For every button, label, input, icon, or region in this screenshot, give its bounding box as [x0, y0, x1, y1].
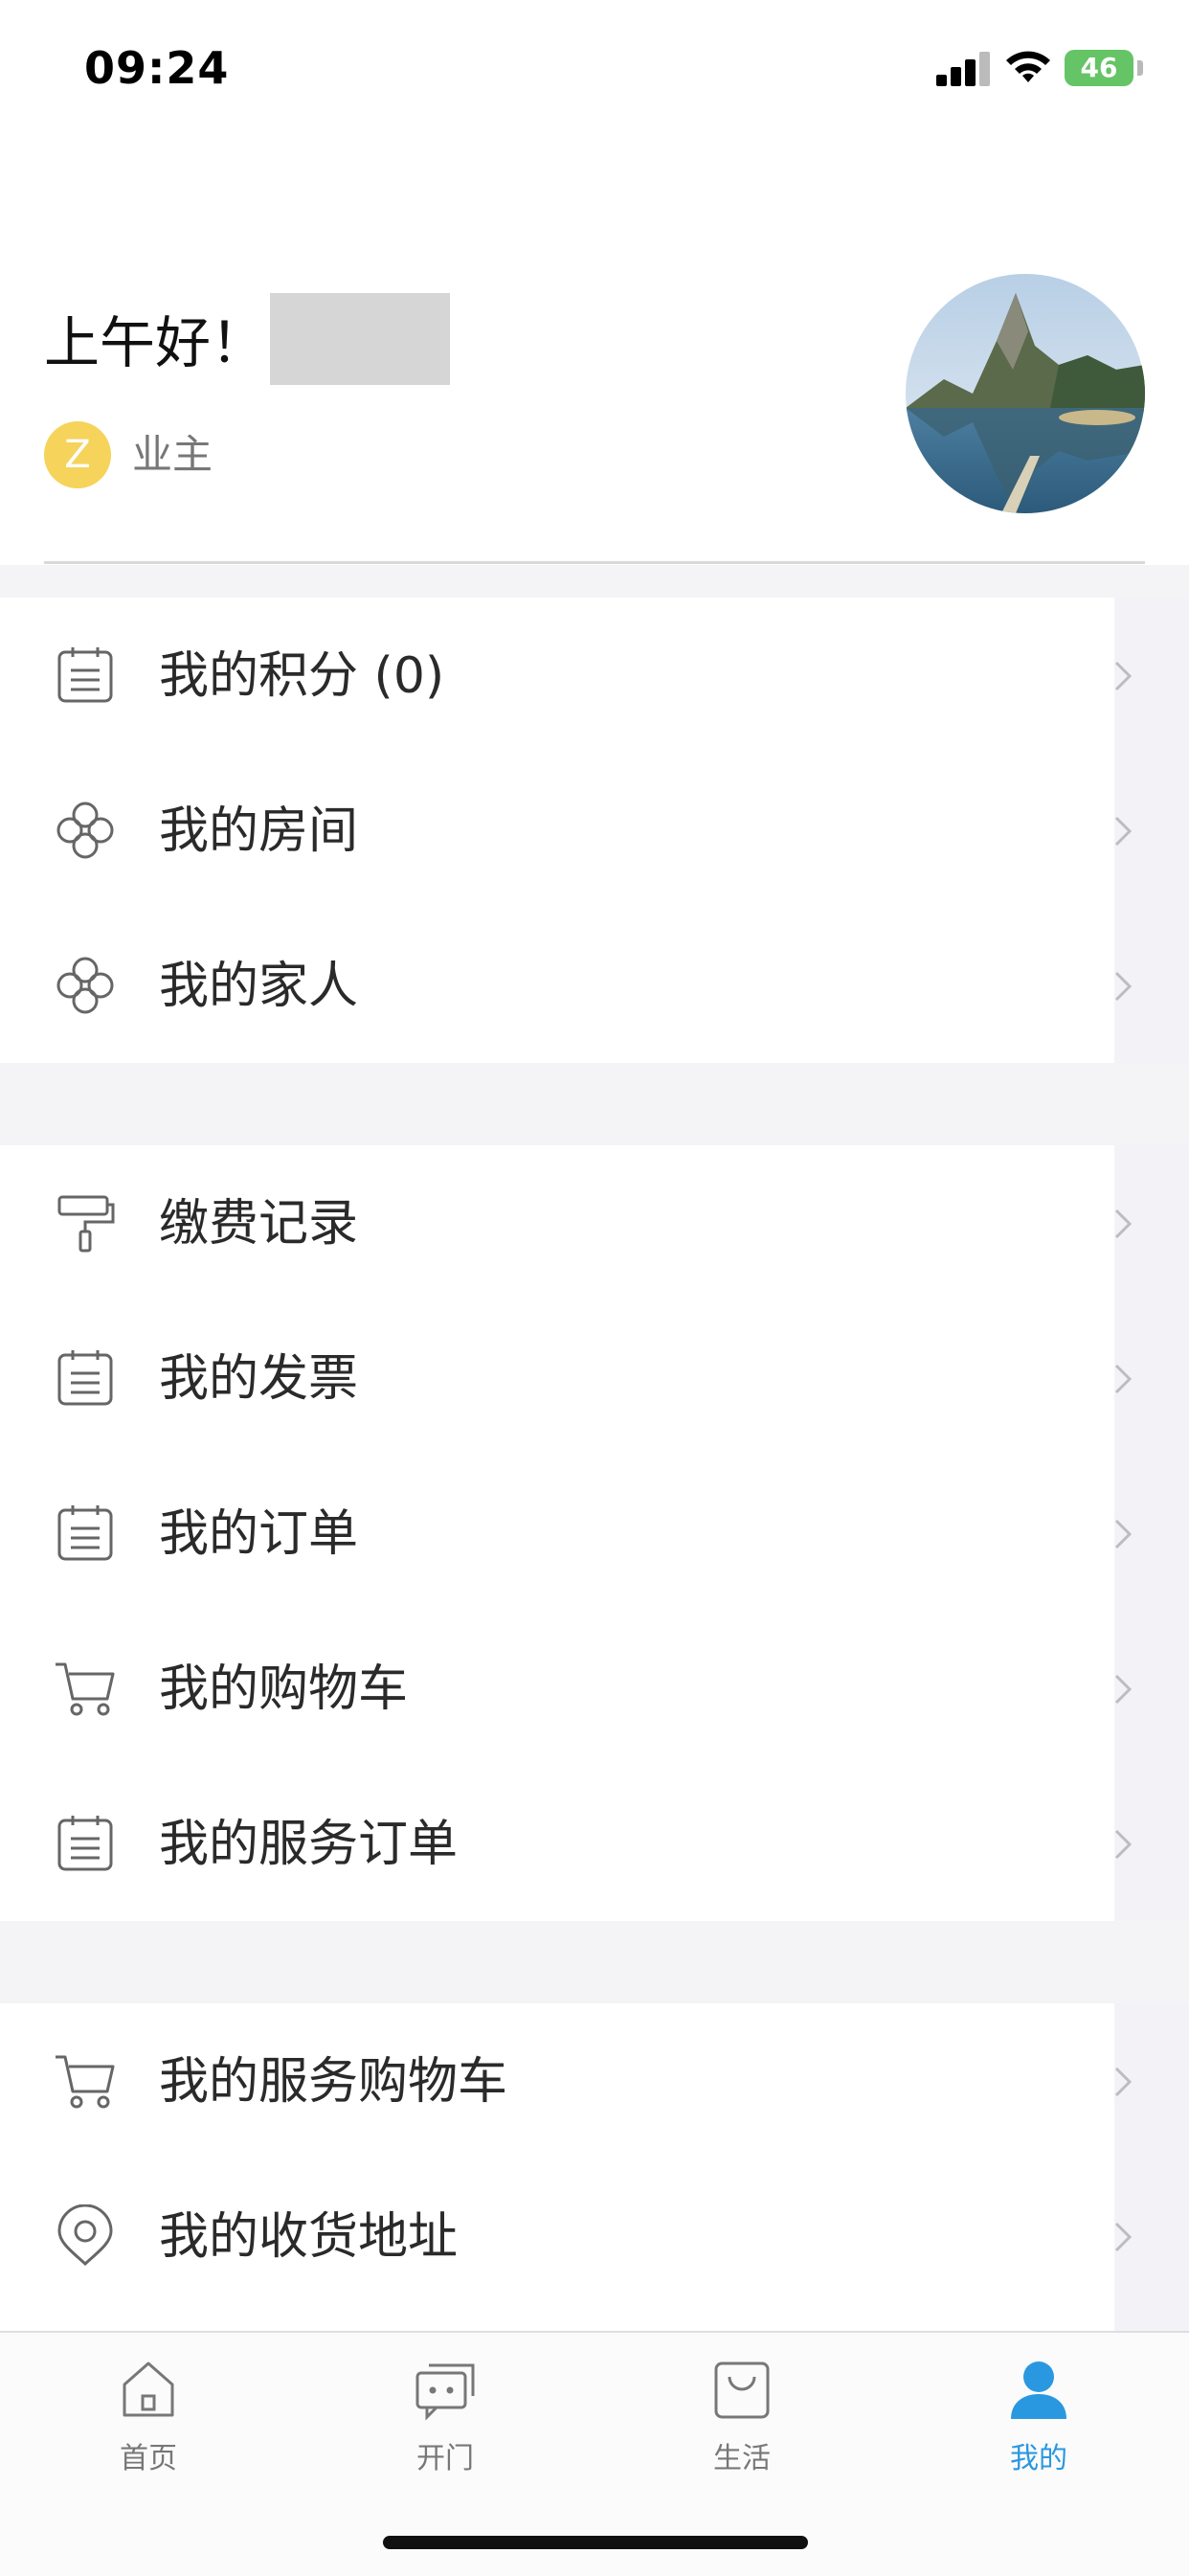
menu-item-label: 我的积分 (0)	[159, 647, 445, 705]
chevron-right-icon	[1114, 971, 1133, 1002]
menu-group-services: 我的服务购物车 我的收货地址	[0, 2003, 1133, 2331]
greeting-text: 上午好！	[44, 310, 267, 375]
list-icon	[57, 1350, 113, 1406]
home-icon	[123, 2361, 174, 2417]
chevron-right-icon	[1114, 2222, 1133, 2252]
menu-item-label: 我的服务订单	[159, 1816, 459, 1873]
list-icon	[57, 647, 113, 703]
clover-icon	[56, 802, 114, 859]
tab-open-door[interactable]: 开门	[297, 2358, 594, 2501]
door-chat-icon	[415, 2363, 475, 2421]
chevron-right-icon	[1114, 1519, 1133, 1549]
status-bar: 09:24 46	[0, 0, 1189, 144]
chevron-right-icon	[1114, 1209, 1133, 1239]
menu-item-orders[interactable]: 我的订单	[0, 1456, 1189, 1611]
menu-item-label: 我的服务购物车	[159, 2053, 508, 2111]
cart-icon	[56, 1662, 115, 1716]
menu-item-points[interactable]: 我的积分 (0)	[0, 598, 1189, 753]
chevron-right-icon	[1114, 1674, 1133, 1705]
chevron-right-icon	[1114, 2067, 1133, 2097]
tab-home[interactable]: 首页	[0, 2358, 297, 2501]
profile-header: 上午好！ Z 业主	[0, 144, 1189, 565]
menu-item-label: 我的订单	[159, 1505, 359, 1563]
menu-item-family[interactable]: 我的家人	[0, 908, 1189, 1063]
chevron-right-icon	[1114, 816, 1133, 847]
home-indicator[interactable]	[383, 2536, 808, 2549]
battery-icon: 46	[1065, 50, 1133, 86]
tab-label: 开门	[416, 2442, 474, 2475]
menu-item-addresses[interactable]: 我的收货地址	[0, 2158, 1189, 2314]
menu-item-rooms[interactable]: 我的房间	[0, 753, 1189, 908]
menu-item-label: 我的发票	[159, 1350, 359, 1408]
menu-group-account: 我的积分 (0) 我的房间 我的家人	[0, 598, 1133, 1063]
menu-item-payment-records[interactable]: 缴费记录	[0, 1145, 1189, 1300]
tab-label: 生活	[713, 2442, 771, 2475]
paint-roller-icon	[57, 1195, 115, 1253]
location-pin-icon	[57, 2204, 113, 2267]
tab-label: 我的	[1010, 2442, 1067, 2475]
user-name-redacted	[270, 293, 450, 385]
menu-group-orders: 缴费记录 我的发票 我的订单 我的购物车 我的服务订单	[0, 1145, 1133, 1921]
menu-item-label: 我的收货地址	[159, 2208, 459, 2266]
menu-item-invoices[interactable]: 我的发票	[0, 1300, 1189, 1456]
user-icon	[1011, 2361, 1066, 2419]
role-badge: Z	[44, 421, 111, 488]
avatar-landscape-image	[906, 274, 1145, 513]
list-icon	[57, 1816, 113, 1871]
wifi-icon	[1006, 51, 1050, 82]
menu-item-service-cart[interactable]: 我的服务购物车	[0, 2003, 1189, 2158]
tab-life[interactable]: 生活	[594, 2358, 890, 2501]
tab-mine[interactable]: 我的	[890, 2358, 1187, 2501]
menu-item-service-orders[interactable]: 我的服务订单	[0, 1766, 1189, 1921]
header-divider	[44, 561, 1145, 564]
chevron-right-icon	[1114, 661, 1133, 691]
role-label: 业主	[132, 431, 213, 478]
menu-item-cart[interactable]: 我的购物车	[0, 1611, 1189, 1766]
shopping-bag-icon	[714, 2361, 770, 2419]
clover-icon	[56, 957, 114, 1014]
status-time: 09:24	[84, 42, 230, 94]
battery-cap	[1137, 60, 1143, 76]
avatar[interactable]	[906, 274, 1145, 513]
battery-level: 46	[1080, 52, 1118, 83]
list-icon	[57, 1505, 113, 1561]
tab-label: 首页	[120, 2442, 177, 2475]
cellular-signal-icon	[936, 52, 990, 86]
menu-item-label: 我的房间	[159, 802, 359, 860]
chevron-right-icon	[1114, 1364, 1133, 1394]
menu-item-label: 缴费记录	[159, 1195, 359, 1253]
menu-item-label: 我的购物车	[159, 1661, 409, 1718]
menu-item-label: 我的家人	[159, 958, 359, 1015]
chevron-right-icon	[1114, 1829, 1133, 1860]
cart-icon	[56, 2055, 115, 2109]
